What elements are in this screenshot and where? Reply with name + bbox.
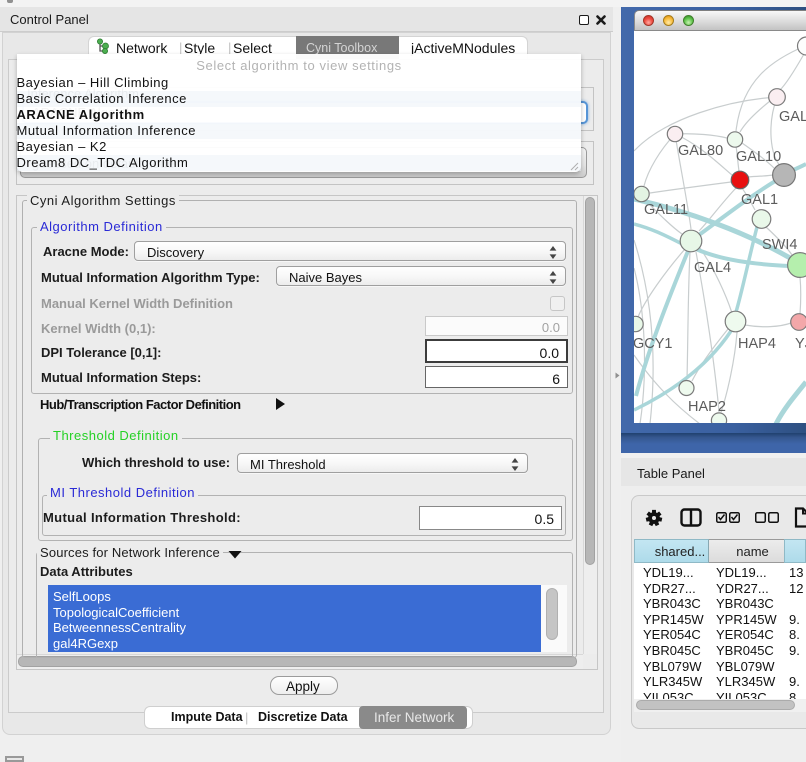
svg-text:GAL10: GAL10 (736, 149, 781, 165)
svg-text:GAL1: GAL1 (741, 192, 778, 208)
svg-text:GAL80: GAL80 (678, 143, 723, 159)
svg-text:GAL4: GAL4 (694, 260, 731, 276)
svg-text:GAL11: GAL11 (644, 202, 688, 218)
svg-text:SWI4: SWI4 (762, 237, 797, 253)
svg-text:HAP4: HAP4 (738, 336, 776, 352)
svg-text:GCY1: GCY1 (634, 336, 673, 352)
svg-text:YJ: YJ (795, 336, 806, 352)
svg-text:GAL7: GAL7 (779, 109, 806, 125)
svg-text:HAP2: HAP2 (688, 399, 726, 415)
